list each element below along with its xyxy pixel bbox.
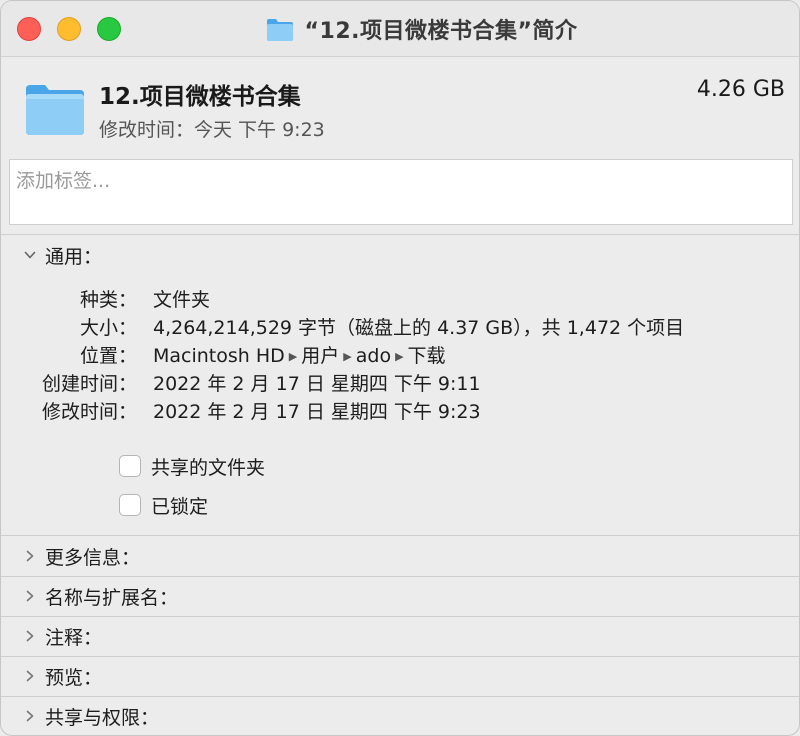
path-arrow-icon: ▶ xyxy=(343,350,352,363)
locked-checkbox[interactable] xyxy=(119,494,141,516)
modified-row: 修改时间： 2022 年 2 月 17 日 星期四 下午 9:23 xyxy=(1,397,799,425)
section-preview-label: 预览： xyxy=(45,666,103,689)
section-more-info-label: 更多信息： xyxy=(45,546,141,569)
section-general-header[interactable]: 通用： xyxy=(1,235,799,275)
shared-folder-checkbox[interactable] xyxy=(119,455,141,477)
section-name-extension-label: 名称与扩展名： xyxy=(45,586,179,609)
modified-key: 修改时间： xyxy=(41,401,137,423)
chevron-right-icon[interactable] xyxy=(19,710,41,722)
kind-row: 种类： 文件夹 xyxy=(1,285,799,313)
where-path: Macintosh HD ▶ 用户 ▶ ado ▶ 下载 xyxy=(153,341,446,368)
section-sharing-permissions-label: 共享与权限： xyxy=(45,706,160,729)
section-general-label: 通用： xyxy=(45,245,103,268)
shared-folder-label: 共享的文件夹 xyxy=(151,456,266,479)
info-header: 12.项目微楼书合集 4.26 GB 修改时间：今天 下午 9:23 xyxy=(1,57,799,149)
path-segment[interactable]: ado xyxy=(356,345,391,367)
chevron-down-icon[interactable] xyxy=(19,249,41,261)
folder-icon xyxy=(26,85,84,135)
created-row: 创建时间： 2022 年 2 月 17 日 星期四 下午 9:11 xyxy=(1,369,799,397)
size-row: 大小： 4,264,214,529 字节（磁盘上的 4.37 GB），共 1,4… xyxy=(1,313,799,341)
section-comments-label: 注释： xyxy=(45,626,103,649)
modified-value: 2022 年 2 月 17 日 星期四 下午 9:23 xyxy=(153,401,481,423)
size-key: 大小： xyxy=(79,317,137,339)
section-name-extension-header[interactable]: 名称与扩展名： xyxy=(1,576,799,616)
item-size: 4.26 GB xyxy=(696,77,785,102)
where-row: 位置： Macintosh HD ▶ 用户 ▶ ado ▶ 下载 xyxy=(1,341,799,369)
path-segment[interactable]: 用户 xyxy=(301,345,339,367)
chevron-right-icon[interactable] xyxy=(19,630,41,642)
item-name: 12.项目微楼书合集 xyxy=(99,84,301,110)
created-value: 2022 年 2 月 17 日 星期四 下午 9:11 xyxy=(153,373,481,395)
chevron-right-icon[interactable] xyxy=(19,590,41,602)
item-modified-date: 修改时间：今天 下午 9:23 xyxy=(99,119,325,141)
path-segment[interactable]: 下载 xyxy=(408,345,446,367)
kind-value: 文件夹 xyxy=(153,289,211,311)
locked-option[interactable]: 已锁定 xyxy=(119,492,208,518)
chevron-right-icon[interactable] xyxy=(19,550,41,562)
section-sharing-permissions-header[interactable]: 共享与权限： xyxy=(1,696,799,735)
where-key: 位置： xyxy=(79,345,137,367)
path-segment[interactable]: Macintosh HD xyxy=(153,345,285,367)
window-title: “12.项目微楼书合集”简介 xyxy=(304,19,578,44)
locked-label: 已锁定 xyxy=(151,495,209,518)
kind-key: 种类： xyxy=(79,289,137,311)
shared-folder-option[interactable]: 共享的文件夹 xyxy=(119,453,265,479)
section-comments-header[interactable]: 注释： xyxy=(1,616,799,656)
chevron-right-icon[interactable] xyxy=(19,670,41,682)
title-bar: “12.项目微楼书合集”简介 xyxy=(1,1,799,57)
section-more-info-header[interactable]: 更多信息： xyxy=(1,536,799,576)
section-preview-header[interactable]: 预览： xyxy=(1,656,799,696)
folder-icon xyxy=(266,19,293,41)
path-arrow-icon: ▶ xyxy=(395,350,404,363)
tags-input[interactable]: 添加标签... xyxy=(9,159,793,225)
size-value: 4,264,214,529 字节（磁盘上的 4.37 GB），共 1,472 个… xyxy=(153,317,685,339)
created-key: 创建时间： xyxy=(41,373,137,395)
window-title-group: “12.项目微楼书合集”简介 xyxy=(1,1,799,57)
path-arrow-icon: ▶ xyxy=(288,350,298,363)
get-info-window: “12.项目微楼书合集”简介 12.项目微楼书合集 4.26 GB 修改时间：今… xyxy=(0,0,800,736)
